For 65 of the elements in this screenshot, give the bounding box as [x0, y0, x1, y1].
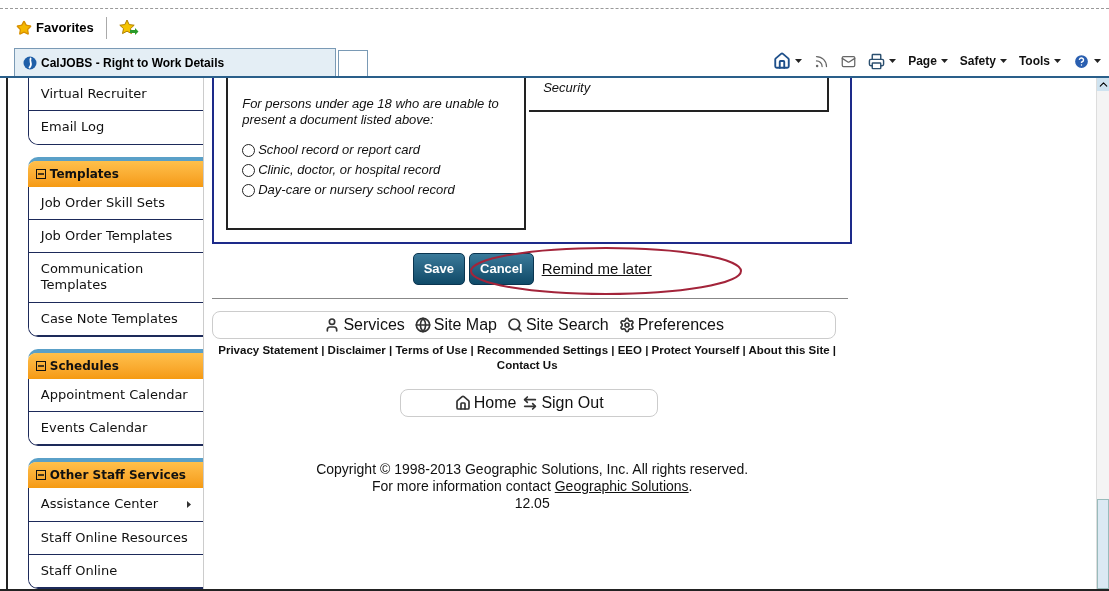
search-icon	[506, 317, 523, 333]
footer-link[interactable]: Disclaimer	[327, 344, 386, 356]
footer-link[interactable]: Protect Yourself	[651, 344, 740, 356]
mail-icon[interactable]	[841, 53, 857, 69]
separator-text: |	[644, 344, 650, 356]
footer-link[interactable]: Privacy Statement	[218, 344, 318, 356]
company-link[interactable]: Geographic Solutions	[554, 478, 689, 494]
help-icon[interactable]	[1073, 52, 1090, 70]
nav-link[interactable]: Site Search	[506, 313, 609, 337]
contact-text: For more information contact Geographic Solutions.	[371, 478, 693, 495]
section-header[interactable]: Templates	[27, 160, 204, 187]
caret-icon	[999, 59, 1007, 63]
nav-link[interactable]: Sign Out	[522, 391, 604, 415]
footer-link[interactable]: Recommended Settings	[477, 344, 609, 356]
separator-text: |	[831, 344, 837, 356]
instruction-text: For persons under age 18 who are unable to present a document listed above:	[242, 96, 500, 128]
table-cell: Security	[529, 78, 830, 112]
scrollbar[interactable]	[1096, 78, 1109, 589]
caret-icon	[1054, 59, 1061, 63]
home-icon	[454, 395, 471, 411]
footer-link[interactable]: EEO	[617, 344, 642, 356]
feed-icon[interactable]	[814, 53, 830, 69]
separator-text: |	[320, 344, 326, 356]
star-icon	[16, 19, 32, 36]
action-button[interactable]: Cancel	[469, 253, 534, 285]
section-header[interactable]: Schedules	[27, 352, 204, 379]
caret-icon	[795, 59, 803, 63]
footer-link[interactable]: Contact Us	[496, 359, 558, 371]
scroll-up-icon[interactable]	[1097, 78, 1109, 91]
section-header[interactable]: Other Staff Services	[27, 462, 204, 489]
nav-link[interactable]: Services	[324, 313, 405, 337]
person-icon	[324, 317, 341, 333]
action-button[interactable]: Save	[412, 253, 466, 285]
caret-icon	[889, 59, 897, 63]
globe-icon	[414, 317, 431, 333]
radio-option[interactable]: Clinic, doctor, or hospital record	[242, 160, 511, 180]
toolbar-menu[interactable]: Page	[908, 52, 948, 70]
radio-option[interactable]: Day-care or nursery school record	[242, 180, 511, 200]
site-logo-icon	[23, 54, 37, 71]
add-favorite-icon[interactable]	[118, 18, 139, 37]
radio-option[interactable]: School record or report card	[242, 140, 511, 160]
caret-icon	[1094, 59, 1101, 63]
settings-icon	[618, 317, 635, 333]
favorites-button[interactable]: Favorites	[16, 17, 94, 38]
home-icon[interactable]	[773, 52, 792, 70]
scroll-thumb[interactable]	[1097, 499, 1109, 589]
toolbar-menu[interactable]: Tools	[1018, 52, 1061, 70]
toolbar-menu[interactable]: Safety	[959, 52, 1007, 70]
version-text: 12.05	[514, 495, 550, 512]
footer-link[interactable]: Terms of Use	[395, 344, 468, 356]
nav-link[interactable]: Home	[454, 391, 517, 415]
caret-icon	[940, 59, 948, 63]
separator-text: |	[469, 344, 475, 356]
nav-link[interactable]: Site Map	[414, 313, 497, 337]
arrows-icon	[522, 395, 539, 411]
new-tab-button[interactable]	[338, 50, 368, 76]
browser-tab[interactable]: CalJOBS - Right to Work Details	[14, 48, 336, 76]
separator-text: |	[388, 344, 394, 356]
separator-text: |	[610, 344, 616, 356]
copyright-text: Copyright © 1998-2013 Geographic Solutions, Inc. All rights reserved.	[316, 461, 749, 478]
separator-text: |	[741, 344, 747, 356]
footer-link[interactable]: About this Site	[748, 344, 830, 356]
remind-later-link[interactable]: Remind me later	[541, 257, 652, 281]
print-icon[interactable]	[868, 52, 886, 70]
nav-link[interactable]: Preferences	[618, 313, 724, 337]
